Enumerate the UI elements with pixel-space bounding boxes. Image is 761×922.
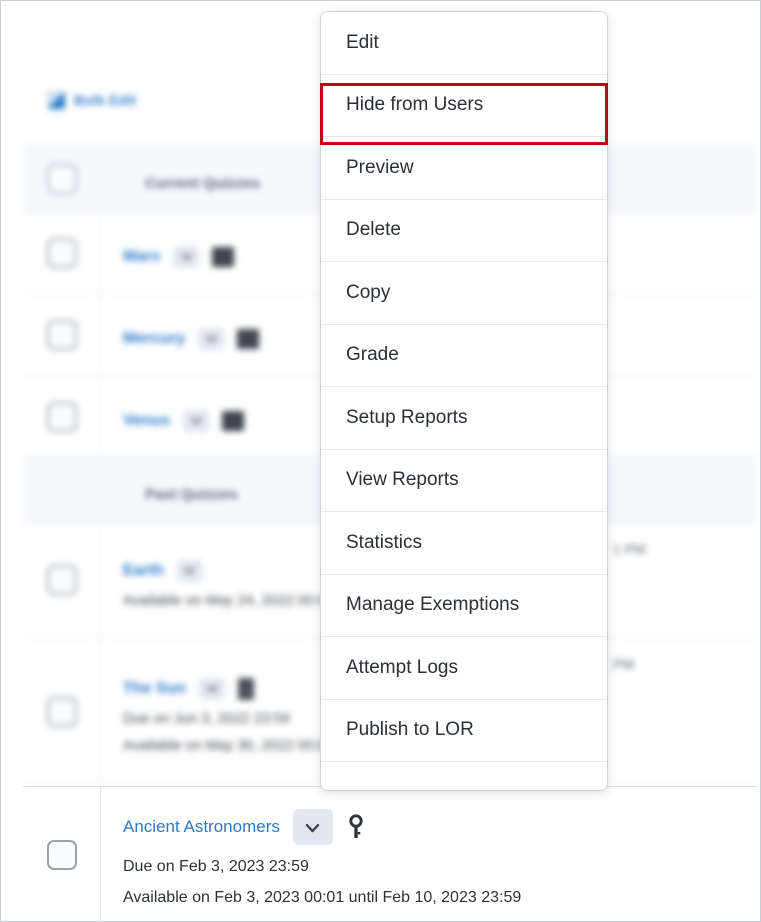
row-available-text: Available on Feb 3, 2023 00:01 until Feb… [123,889,522,906]
chevron-down-icon[interactable] [173,245,200,268]
row-right-cell [609,294,757,375]
menu-item-setup-reports[interactable]: Setup Reports [321,387,607,450]
menu-item-statistics[interactable]: Statistics [321,512,607,575]
table-row-ancient-astronomers: Ancient Astronomers Due on Feb 3, 2023 2… [23,786,757,921]
row-status-icon [237,328,260,349]
key-icon [346,814,366,840]
menu-item-copy[interactable]: Copy [321,262,607,325]
row-status-icon [222,410,245,431]
row-status-icon [212,246,235,267]
chevron-down-icon[interactable] [176,559,203,582]
quiz-link[interactable]: Ancient Astronomers [123,817,280,837]
row-checkbox-cell[interactable] [23,523,101,637]
row-main-cell: Ancient Astronomers Due on Feb 3, 2023 2… [101,787,757,921]
row-checkbox-cell[interactable] [23,147,101,211]
menu-item-delete[interactable]: Delete [321,199,607,262]
row-due-text: Due on Feb 3, 2023 23:59 [123,858,309,875]
quiz-link[interactable]: Mercury [123,330,185,348]
quiz-link[interactable]: Venus [123,412,170,430]
menu-item-hide-from-users[interactable]: Hide from Users [321,74,607,137]
menu-item-view-reports[interactable]: View Reports [321,449,607,512]
row-checkbox-cell [23,458,101,522]
row-checkbox[interactable] [46,319,77,350]
row-checkbox[interactable] [46,696,77,727]
quiz-link[interactable]: The Sun [123,680,186,698]
quiz-link[interactable]: Earth [123,562,164,580]
section-right-cell [609,458,757,522]
row-checkbox[interactable] [46,237,77,268]
row-checkbox-cell[interactable] [23,787,101,921]
row-right-cell: 1 PM [613,541,646,557]
chevron-down-icon[interactable] [199,677,226,700]
row-checkbox-cell[interactable] [23,638,101,785]
section-right-cell [609,147,757,211]
quiz-list-page: Bulk Edit Current Quizzes Mars Mercury V… [0,0,761,922]
menu-item-publish-to-lor[interactable]: Publish to LOR [321,699,607,762]
row-checkbox-cell[interactable] [23,212,101,293]
row-checkbox-cell[interactable] [23,376,101,457]
menu-bottom-padding [321,762,607,790]
menu-item-attempt-logs[interactable]: Attempt Logs [321,637,607,700]
chevron-down-icon[interactable] [183,409,210,432]
menu-item-grade[interactable]: Grade [321,324,607,387]
row-checkbox[interactable] [46,839,77,870]
chevron-down-icon[interactable] [292,809,333,845]
bulk-edit-icon [47,91,65,109]
row-checkbox[interactable] [46,164,77,194]
menu-item-preview[interactable]: Preview [321,137,607,200]
menu-item-edit[interactable]: Edit [321,12,607,75]
row-title-line: Ancient Astronomers [123,809,745,845]
row-checkbox[interactable] [46,565,77,595]
bulk-edit-label: Bulk Edit [74,92,137,108]
menu-item-manage-exemptions[interactable]: Manage Exemptions [321,574,607,637]
row-right-cell: PM [613,656,634,672]
row-checkbox-cell[interactable] [23,294,101,375]
row-right-cell [609,212,757,293]
chevron-down-icon[interactable] [198,327,225,350]
bulk-edit-toolbar[interactable]: Bulk Edit [47,91,136,109]
row-right-cell [609,376,757,457]
row-checkbox[interactable] [46,401,77,432]
context-menu: Edit Hide from Users Preview Delete Copy… [320,11,608,791]
key-icon [238,677,255,700]
quiz-link[interactable]: Mars [123,248,160,266]
